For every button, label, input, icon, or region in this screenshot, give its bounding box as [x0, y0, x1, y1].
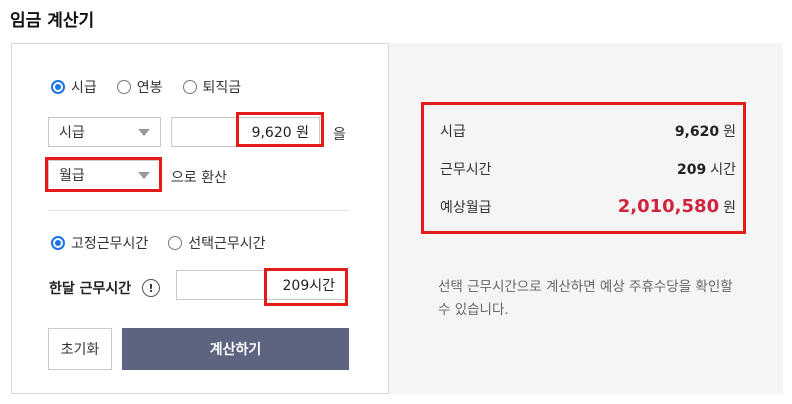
calculate-button[interactable]: 계산하기 [122, 328, 349, 370]
pay-type-radio-group: 시급 연봉 퇴직금 [51, 77, 261, 97]
radio-annual[interactable]: 연봉 [116, 77, 163, 97]
radio-selected-icon [51, 236, 65, 250]
convert-suffix: 으로 환산 [171, 170, 227, 186]
result-label: 예상월급 [440, 199, 492, 216]
object-particle: 을 [333, 127, 346, 143]
radio-label: 퇴직금 [202, 80, 242, 96]
result-value: 9,620 원 [675, 121, 736, 141]
result-number: 2,010,580 [617, 196, 720, 217]
radio-hourly[interactable]: 시급 [51, 77, 97, 97]
radio-unselected-icon [182, 80, 197, 94]
result-unit: 원 [723, 124, 736, 140]
result-number: 9,620 [674, 124, 720, 140]
chevron-down-icon [138, 129, 150, 136]
result-value-total: 2,010,580 원 [618, 196, 736, 217]
radio-label: 고정근무시간 [71, 236, 149, 252]
section-divider [48, 210, 349, 211]
page-title: 임금 계산기 [10, 11, 95, 31]
result-unit: 원 [723, 200, 736, 216]
monthly-hours-label: 한달 근무시간 [49, 281, 132, 297]
work-type-radio-group: 고정근무시간 선택근무시간 [51, 233, 286, 253]
result-number: 209 [677, 162, 707, 178]
radio-flexible-hours[interactable]: 선택근무시간 [168, 233, 266, 253]
result-row-hours: 근무시간 209 시간 [440, 159, 736, 179]
help-icon[interactable]: ! [142, 279, 160, 297]
help-note: 선택 근무시간으로 계산하면 예상 주휴수당을 확인할 수 있습니다. [438, 279, 733, 318]
radio-unselected-icon [116, 80, 131, 94]
from-unit-select[interactable]: 시급 [48, 117, 161, 147]
result-label: 근무시간 [440, 162, 492, 178]
result-label: 시급 [440, 124, 466, 140]
radio-label: 선택근무시간 [188, 236, 266, 252]
highlight-hours [264, 268, 348, 306]
result-value: 209 시간 [677, 159, 736, 179]
radio-severance[interactable]: 퇴직금 [182, 77, 242, 97]
radio-label: 시급 [71, 80, 97, 96]
result-unit: 시간 [710, 162, 736, 178]
radio-label: 연봉 [136, 80, 163, 96]
reset-button[interactable]: 초기화 [48, 328, 112, 370]
result-row-monthly: 예상월급 2,010,580 원 [440, 196, 736, 217]
radio-unselected-icon [168, 236, 183, 250]
highlight-wage [236, 112, 324, 147]
radio-selected-icon [51, 80, 65, 94]
from-unit-value: 시급 [59, 125, 85, 141]
radio-fixed-hours[interactable]: 고정근무시간 [51, 233, 148, 253]
highlight-to-unit [45, 157, 162, 192]
result-row-hourly: 시급 9,620 원 [440, 121, 736, 141]
